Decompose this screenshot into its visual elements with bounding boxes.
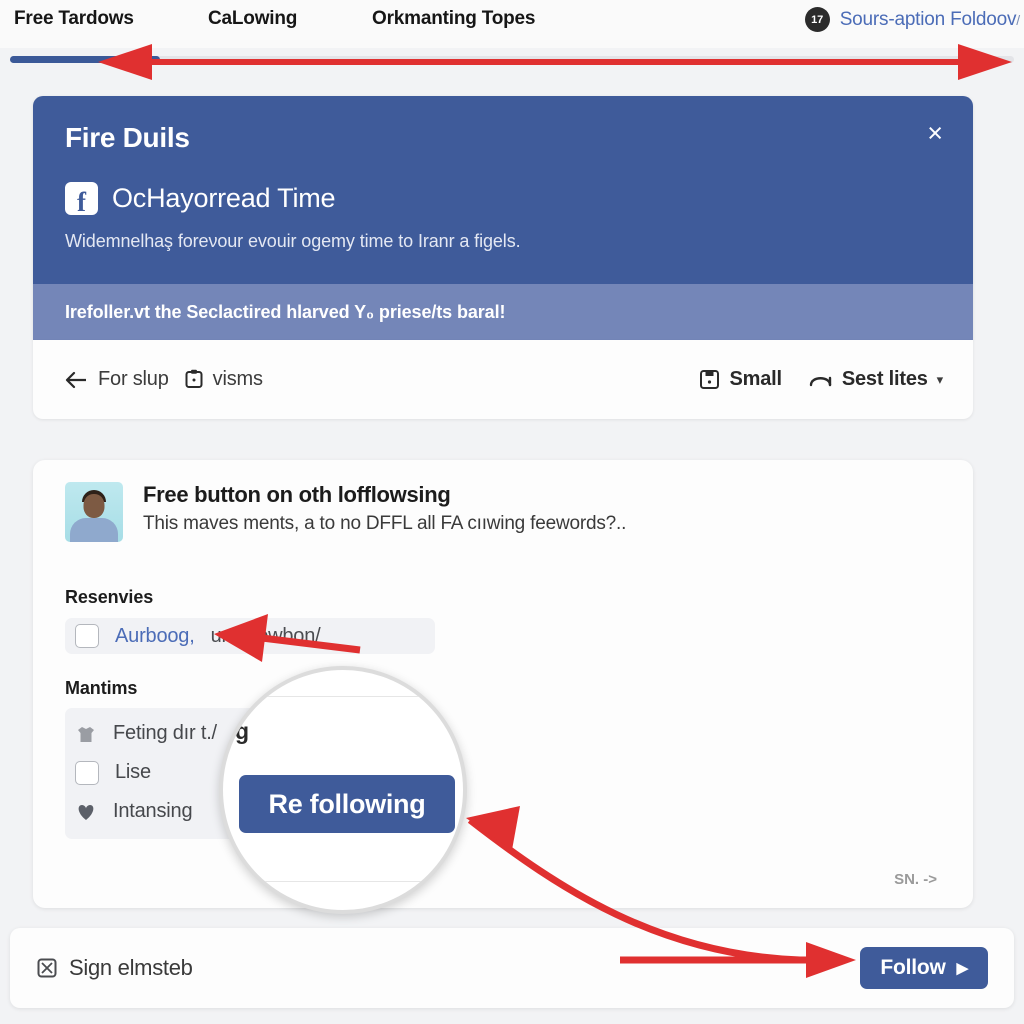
post-row: Free button on oth lofflowsing This mave…: [65, 482, 626, 542]
re-following-button[interactable]: Re following: [239, 775, 455, 833]
shirt-icon: [75, 723, 97, 745]
announcement-title: Fire Duils: [65, 122, 190, 153]
card-toolbar: For slup visms Small Sest lites ▾: [33, 340, 973, 419]
avatar-head: [83, 494, 105, 518]
nav-item-orkmanting-topes[interactable]: Orkmanting Topes: [372, 8, 535, 30]
nav-link-slash: /: [1016, 11, 1020, 28]
magnifier-divider-bottom: [223, 881, 463, 882]
list-item-label: Intansing: [113, 800, 193, 822]
screenshot-root: Free Tardows CaLowing Orkmanting Topes 1…: [0, 0, 1024, 1024]
avatar: [65, 482, 123, 542]
avatar-body: [70, 518, 118, 542]
close-icon[interactable]: ×: [927, 120, 943, 147]
nav-link-label: Sours-aption Foldoov: [839, 8, 1017, 30]
facebook-icon: f: [65, 182, 98, 216]
toolbar-clipboard-label[interactable]: visms: [213, 368, 263, 391]
mantims-checkbox[interactable]: [75, 760, 99, 785]
nav-item-calowing[interactable]: CaLowing: [208, 8, 297, 30]
progress-bar-track[interactable]: [10, 56, 1014, 63]
toolbar-sest-lites-label: Sest lites: [841, 368, 928, 390]
signature-icon: [36, 957, 58, 979]
reserve-field-row[interactable]: Aurboog, unfollowbon/: [65, 618, 435, 654]
follow-button-label: Follow: [880, 956, 946, 979]
announcement-subtitle: Widemnelhaş foreνour evouir ogemy time t…: [65, 231, 521, 251]
nav-right-group: 17 Sours-aption Foldoov/: [804, 7, 1020, 32]
bottom-action-bar: Sign elmsteb Follow ▶: [10, 928, 1014, 1008]
brand-name: OcHayorread Time: [112, 183, 336, 213]
toolbar-right-group: Small Sest lites ▾: [699, 368, 943, 391]
section-label-mantims: Mantims: [65, 678, 138, 698]
link-icon: [808, 370, 833, 390]
follow-button[interactable]: Follow ▶: [860, 947, 988, 989]
sign-label: Sign elmsteb: [69, 955, 193, 980]
play-caret-icon: ▶: [956, 960, 969, 977]
toolbar-small-button[interactable]: Small: [699, 368, 782, 391]
clipboard-icon[interactable]: [184, 369, 204, 390]
reserve-checkbox[interactable]: [75, 624, 99, 648]
reserve-link-tail[interactable]: unfollowbon/: [211, 625, 321, 648]
toolbar-small-label: Small: [729, 368, 782, 390]
progress-bar-fill: [10, 56, 160, 63]
nav-link-sours-aption[interactable]: Sours-aption Foldoov/: [840, 9, 1020, 31]
back-arrow-icon[interactable]: [65, 370, 89, 390]
chevron-down-icon: ▾: [936, 371, 944, 387]
re-following-label: Re following: [268, 788, 426, 819]
post-title: Free button on oth lofflowsing: [143, 482, 451, 507]
toolbar-back-label[interactable]: For slup: [98, 368, 169, 391]
notice-strip: Irefoller.vt the Seclactired hlarved Y₀ …: [33, 284, 973, 340]
reserve-link[interactable]: Aurboog,: [115, 625, 195, 648]
toolbar-left-group: For slup visms: [65, 368, 263, 391]
post-body: This maves ments, a to no DFFL all FA cı…: [143, 513, 627, 534]
section-label-resenvies: Resenvies: [65, 587, 154, 607]
card-footer-note: SN. ->: [894, 871, 937, 888]
main-content-card: Free button on oth lofflowsing This mave…: [33, 460, 973, 908]
save-disk-icon: [699, 369, 720, 390]
notice-text: Irefoller.vt the Seclactired hlarved Y₀ …: [65, 301, 506, 322]
heart-icon: [75, 802, 97, 822]
toolbar-sest-lites-button[interactable]: Sest lites ▾: [808, 368, 943, 391]
sign-group[interactable]: Sign elmsteb: [36, 955, 193, 981]
brand-row: f OcHayorread Time: [65, 182, 336, 216]
top-navigation-bar: Free Tardows CaLowing Orkmanting Topes 1…: [0, 0, 1024, 48]
list-item-label: Lise: [115, 761, 151, 783]
nav-item-free-tardows[interactable]: Free Tardows: [14, 8, 134, 30]
magnifier-callout: ɡ Re following: [219, 666, 467, 914]
announcement-card: Fire Duils × f OcHayorread Time Widemnel…: [33, 96, 973, 340]
list-item-label: Feting dır t./: [113, 722, 217, 744]
magnifier-divider-top: [223, 696, 463, 697]
post-text-block: Free button on oth lofflowsing This mave…: [143, 482, 626, 535]
notification-badge-icon[interactable]: 17: [804, 7, 830, 32]
magnifier-glyph-text: ɡ: [235, 718, 250, 744]
